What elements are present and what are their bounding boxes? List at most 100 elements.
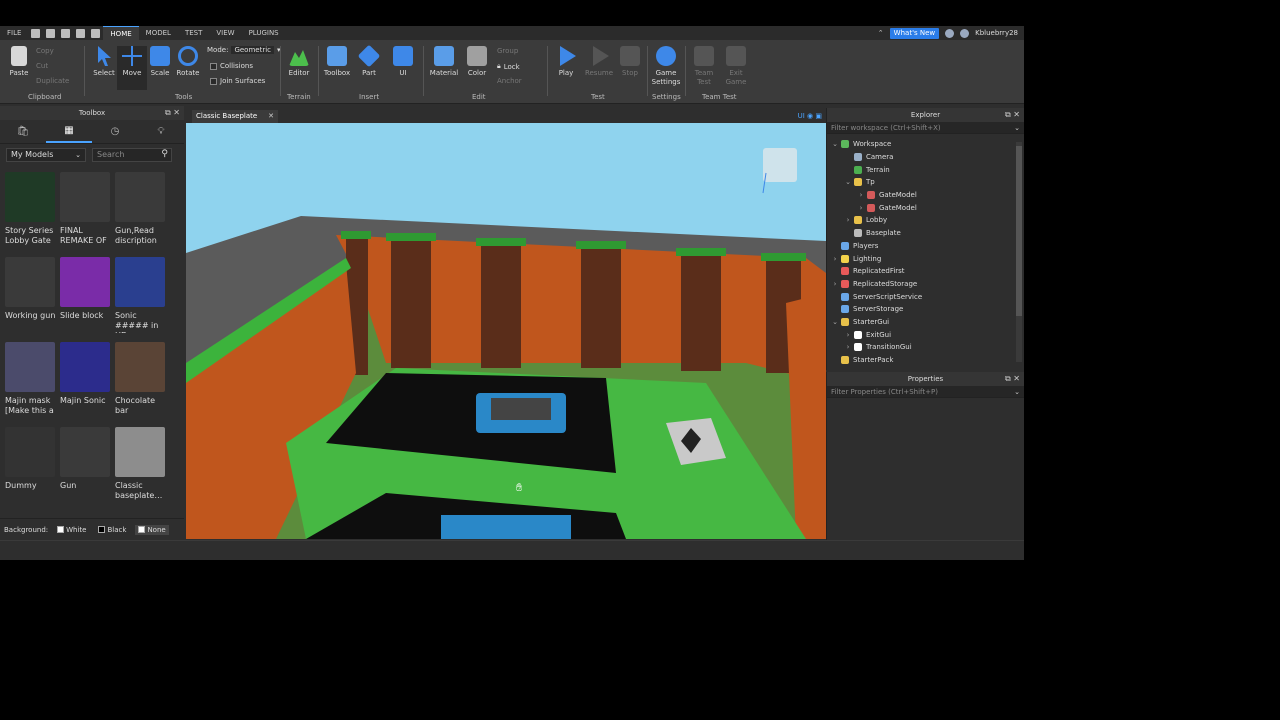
inventory-tab[interactable]: ▦ [46,120,92,143]
lock-button[interactable]: 🔒︎ Lock [497,62,520,71]
terrain-editor-button[interactable]: Editor [284,46,314,78]
expand-arrow-icon[interactable]: ⌄ [831,140,839,148]
join-surfaces-checkbox[interactable] [210,77,217,85]
explorer-node[interactable]: Camera [827,151,1024,164]
toolbox-item[interactable]: Sonic ##### in HD [114,257,169,342]
toolbox-item[interactable]: Working gun [4,257,59,342]
toolbox-button[interactable]: Toolbox [322,46,352,78]
explorer-node[interactable]: ⌄ Tp [827,176,1024,189]
scrollbar-thumb[interactable] [1016,146,1022,316]
explorer-node[interactable]: › GateModel [827,201,1024,214]
explorer-node[interactable]: Baseplate [827,227,1024,240]
explorer-node[interactable]: StarterPack [827,354,1024,367]
explorer-node[interactable]: › ReplicatedStorage [827,278,1024,291]
explorer-scrollbar[interactable] [1016,142,1022,362]
tab-plugins[interactable]: PLUGINS [242,26,286,40]
toolbox-item[interactable]: FINAL REMAKE OF [59,172,114,257]
toolbox-item[interactable]: Gun,Read discription [114,172,169,257]
help-icon[interactable] [945,28,955,38]
ui-button[interactable]: UI [388,46,418,78]
toolbox-item[interactable]: Dummy [4,427,59,512]
collisions-checkbox[interactable] [210,62,217,70]
tab-classic-baseplate[interactable]: Classic Baseplate ✕ [192,110,278,123]
panel-controls[interactable]: ⧉ ✕ [1005,108,1020,122]
3d-viewport[interactable]: ✋︎ [186,123,826,539]
toolbox-item[interactable]: Story Series Lobby Gate [4,172,59,257]
anchor-button[interactable]: Anchor [497,77,522,85]
rotate-tool-button[interactable]: Rotate [173,46,203,78]
game-settings-button[interactable]: Game Settings [651,46,681,87]
redo-icon[interactable] [91,28,101,38]
explorer-node[interactable]: ⌄ StarterGui [827,316,1024,329]
close-icon[interactable]: ✕ [268,110,274,123]
new-file-icon[interactable] [31,28,41,38]
copy-button[interactable]: Copy [36,47,54,55]
recent-tab[interactable]: ◷ [92,120,138,143]
tab-view[interactable]: VIEW [209,26,241,40]
file-menu[interactable]: FILE [0,26,28,40]
paste-button[interactable]: Paste [4,46,34,78]
panel-controls[interactable]: ⧉ ✕ [165,106,180,120]
scale-tool-button[interactable]: Scale [145,46,175,78]
explorer-node[interactable]: ServerScriptService [827,290,1024,303]
bg-white-option[interactable]: White [54,525,89,535]
toolbox-search-input[interactable]: Search ⚲ [92,148,172,162]
select-tool-button[interactable]: Select [89,46,119,78]
share-icon[interactable] [960,28,970,38]
cut-button[interactable]: Cut [36,62,48,70]
explorer-node[interactable]: Players [827,240,1024,253]
expand-arrow-icon[interactable]: › [857,204,865,212]
creations-tab[interactable]: 💡︎ [138,120,184,143]
expand-arrow-icon[interactable]: › [844,216,852,224]
tab-model[interactable]: MODEL [139,26,178,40]
marketplace-tab[interactable]: 🛍︎ [0,120,46,143]
toolbox-item[interactable]: Gun [59,427,114,512]
explorer-node[interactable]: › ExitGui [827,328,1024,341]
save-icon[interactable] [61,28,71,38]
bg-none-option[interactable]: None [135,524,169,535]
explorer-node[interactable]: ReplicatedFirst [827,265,1024,278]
explorer-node[interactable]: › TransitionGui [827,341,1024,354]
toolbox-item[interactable]: Chocolate bar [114,342,169,427]
undo-icon[interactable] [76,28,86,38]
color-button[interactable]: Color [462,46,492,78]
explorer-node[interactable]: › Lobby [827,214,1024,227]
group-button[interactable]: Group [497,47,518,55]
play-button[interactable]: Play [551,46,581,78]
panel-controls[interactable]: ⧉ ✕ [1005,372,1020,386]
user-account-button[interactable]: Kbluebrry28 [975,29,1018,37]
resume-button[interactable]: Resume [584,46,614,78]
explorer-node[interactable]: › GateModel [827,189,1024,202]
expand-arrow-icon[interactable]: ⌄ [844,178,852,186]
collisions-toggle[interactable]: Collisions [210,62,253,70]
expand-arrow-icon[interactable]: › [831,280,839,288]
duplicate-button[interactable]: Duplicate [36,77,69,85]
bg-black-option[interactable]: Black [95,525,129,535]
properties-filter-input[interactable]: Filter Properties (Ctrl+Shift+P) ⌄ [827,386,1024,398]
toolbox-item[interactable]: Majin mask [Make this a [4,342,59,427]
tab-test[interactable]: TEST [178,26,209,40]
expand-arrow-icon[interactable]: ⌄ [831,318,839,326]
explorer-filter-input[interactable]: Filter workspace (Ctrl+Shift+X) ⌄ [827,122,1024,134]
part-button[interactable]: Part [354,44,384,78]
toolbox-item[interactable]: Slide block [59,257,114,342]
explorer-node[interactable]: ⌄ Workspace [827,138,1024,151]
join-surfaces-toggle[interactable]: Join Surfaces [210,77,265,85]
explorer-node[interactable]: Terrain [827,163,1024,176]
ui-visibility-toggle[interactable]: UI ◉ ▣ [798,110,822,123]
stop-button[interactable]: Stop [615,46,645,78]
expand-arrow-icon[interactable]: › [831,255,839,263]
material-button[interactable]: Material [429,46,459,78]
toolbox-item[interactable]: Classic baseplate… [114,427,169,512]
expand-arrow-icon[interactable]: › [844,331,852,339]
collapse-ribbon-icon[interactable]: ⌃ [878,29,884,37]
tab-home[interactable]: HOME [103,26,139,40]
expand-arrow-icon[interactable]: › [844,343,852,351]
open-file-icon[interactable] [46,28,56,38]
expand-arrow-icon[interactable]: › [857,191,865,199]
toolbox-item[interactable]: Majin Sonic [59,342,114,427]
team-test-button[interactable]: Team Test [689,46,719,87]
exit-game-button[interactable]: Exit Game [721,46,751,87]
mode-selector[interactable]: Mode: Geometric ▾ [207,46,281,54]
explorer-node[interactable]: › Lighting [827,252,1024,265]
